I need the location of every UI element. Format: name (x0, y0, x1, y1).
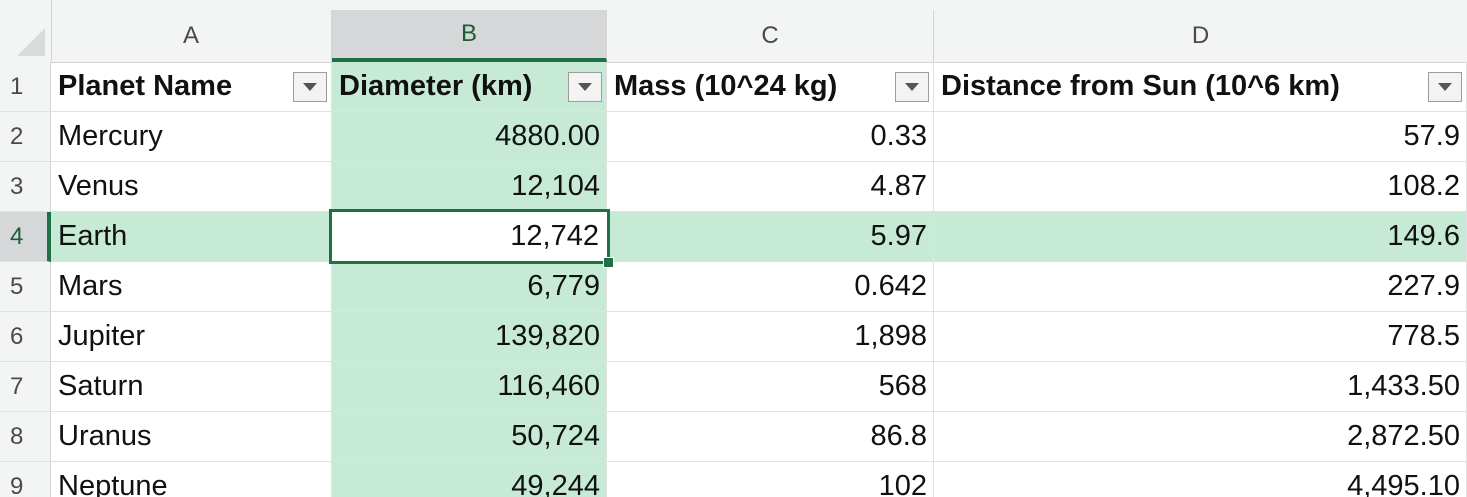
select-all-triangle-icon (17, 28, 45, 56)
dropdown-arrow-icon (1438, 82, 1452, 91)
diameter-cell[interactable]: 139,820 (332, 312, 607, 362)
diameter-cell[interactable]: 6,779 (332, 262, 607, 312)
row-header-7[interactable]: 7 (0, 362, 51, 412)
filter-dropdown-button-b[interactable] (568, 71, 602, 102)
planet-name-cell[interactable]: Saturn (51, 362, 332, 412)
row-header-6[interactable]: 6 (0, 312, 51, 362)
distance-cell[interactable]: 2,872.50 (934, 412, 1467, 462)
mass-cell[interactable]: 0.642 (607, 262, 934, 312)
row-header-1[interactable]: 1 (0, 62, 51, 112)
diameter-cell[interactable]: 50,724 (332, 412, 607, 462)
planet-name-cell[interactable]: Earth (51, 212, 332, 262)
mass-cell[interactable]: 5.97 (607, 212, 934, 262)
diameter-cell[interactable]: 49,244 (332, 462, 607, 497)
mass-cell[interactable]: 1,898 (607, 312, 934, 362)
mass-cell[interactable]: 0.33 (607, 112, 934, 162)
header-cell-diameter[interactable]: Diameter (km) (332, 62, 607, 112)
planet-name-cell[interactable]: Uranus (51, 412, 332, 462)
mass-cell[interactable]: 568 (607, 362, 934, 412)
distance-cell[interactable]: 149.6 (934, 212, 1467, 262)
select-all-button[interactable] (0, 0, 52, 62)
row-header-3[interactable]: 3 (0, 162, 51, 212)
dropdown-arrow-icon (578, 82, 592, 91)
header-cell-mass[interactable]: Mass (10^24 kg) (607, 62, 934, 112)
header-label-mass: Mass (10^24 kg) (614, 70, 838, 102)
planet-name-cell[interactable]: Mars (51, 262, 332, 312)
header-cell-distance[interactable]: Distance from Sun (10^6 km) (934, 62, 1467, 112)
distance-cell[interactable]: 1,433.50 (934, 362, 1467, 412)
distance-cell[interactable]: 227.9 (934, 262, 1467, 312)
dropdown-arrow-icon (905, 82, 919, 91)
diameter-cell[interactable]: 4880.00 (332, 112, 607, 162)
spreadsheet-grid: A B C D 1 2 3 4 5 6 7 8 9 Planet Name Di… (0, 0, 1467, 497)
column-header-c[interactable]: C (607, 10, 934, 62)
planet-name-cell[interactable]: Neptune (51, 462, 332, 497)
diameter-cell[interactable]: 116,460 (332, 362, 607, 412)
header-label-diameter: Diameter (km) (339, 70, 533, 102)
dropdown-arrow-icon (303, 82, 317, 91)
row-header-5[interactable]: 5 (0, 262, 51, 312)
filter-dropdown-button-c[interactable] (895, 71, 929, 102)
mass-cell[interactable]: 102 (607, 462, 934, 497)
fill-handle[interactable] (603, 257, 614, 268)
column-header-d[interactable]: D (934, 10, 1467, 62)
active-cell[interactable]: 12,742 (329, 209, 610, 264)
header-label-distance: Distance from Sun (10^6 km) (941, 70, 1340, 102)
filter-dropdown-button-a[interactable] (293, 71, 327, 102)
distance-cell[interactable]: 57.9 (934, 112, 1467, 162)
row-header-2[interactable]: 2 (0, 112, 51, 162)
row-header-8[interactable]: 8 (0, 412, 51, 462)
diameter-cell[interactable]: 12,104 (332, 162, 607, 212)
distance-cell[interactable]: 778.5 (934, 312, 1467, 362)
row-header-9[interactable]: 9 (0, 462, 51, 497)
planet-name-cell[interactable]: Jupiter (51, 312, 332, 362)
mass-cell[interactable]: 86.8 (607, 412, 934, 462)
column-header-b[interactable]: B (332, 10, 607, 62)
distance-cell[interactable]: 4,495.10 (934, 462, 1467, 497)
filter-dropdown-button-d[interactable] (1428, 71, 1462, 102)
header-label-planet-name: Planet Name (58, 70, 233, 102)
column-header-a[interactable]: A (51, 10, 332, 62)
planet-name-cell[interactable]: Mercury (51, 112, 332, 162)
planet-name-cell[interactable]: Venus (51, 162, 332, 212)
mass-cell[interactable]: 4.87 (607, 162, 934, 212)
header-cell-planet-name[interactable]: Planet Name (51, 62, 332, 112)
distance-cell[interactable]: 108.2 (934, 162, 1467, 212)
row-header-4[interactable]: 4 (0, 212, 51, 262)
